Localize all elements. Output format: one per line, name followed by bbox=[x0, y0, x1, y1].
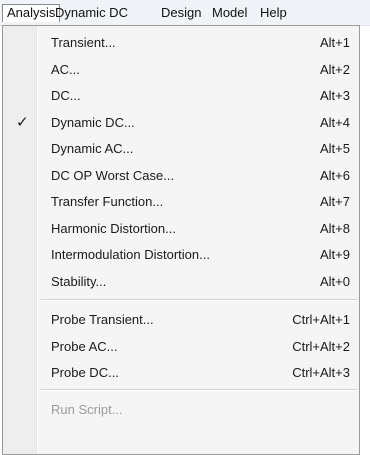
menu-item-shortcut: Alt+4 bbox=[320, 115, 350, 130]
menu-item-label: Dynamic DC... bbox=[51, 115, 135, 130]
menu-item-label: Stability... bbox=[51, 274, 107, 289]
menu-item-probe-ac[interactable]: Probe AC... Ctrl+Alt+2 bbox=[6, 334, 356, 360]
menu-item-shortcut: Alt+5 bbox=[320, 141, 350, 156]
menu-item-probe-transient[interactable]: Probe Transient... Ctrl+Alt+1 bbox=[6, 307, 356, 333]
menu-item-shortcut: Alt+6 bbox=[320, 168, 350, 183]
menu-item-shortcut: Ctrl+Alt+1 bbox=[292, 312, 350, 327]
menu-item-label: Harmonic Distortion... bbox=[51, 221, 176, 236]
menu-item-label: Dynamic AC... bbox=[51, 141, 134, 156]
menu-item-intermodulation-distortion[interactable]: Intermodulation Distortion... Alt+9 bbox=[6, 242, 356, 268]
menu-item-shortcut: Alt+9 bbox=[320, 247, 350, 262]
menu-item-shortcut: Alt+1 bbox=[320, 35, 350, 50]
menu-item-shortcut: Alt+8 bbox=[320, 221, 350, 236]
menu-item-transient[interactable]: Transient... Alt+1 bbox=[6, 30, 356, 56]
menu-item-label: AC... bbox=[51, 62, 80, 77]
menu-item-shortcut: Ctrl+Alt+2 bbox=[292, 339, 350, 354]
menu-item-label: DC OP Worst Case... bbox=[51, 168, 175, 183]
menu-dynamic-dc[interactable]: Dynamic DC bbox=[51, 4, 132, 22]
menu-design[interactable]: Design bbox=[157, 4, 205, 22]
analysis-dropdown-menu: Transient... Alt+1 AC... Alt+2 DC... Alt… bbox=[2, 25, 360, 455]
menu-item-label: Run Script... bbox=[51, 402, 123, 417]
menu-item-shortcut: Alt+3 bbox=[320, 88, 350, 103]
menu-item-label: Probe Transient... bbox=[51, 312, 154, 327]
menu-item-harmonic-distortion[interactable]: Harmonic Distortion... Alt+8 bbox=[6, 216, 356, 242]
menu-item-dc-op-worst-case[interactable]: DC OP Worst Case... Alt+6 bbox=[6, 163, 356, 189]
menu-item-dynamic-ac[interactable]: Dynamic AC... Alt+5 bbox=[6, 136, 356, 162]
menu-item-shortcut: Alt+2 bbox=[320, 62, 350, 77]
menu-item-stability[interactable]: Stability... Alt+0 bbox=[6, 269, 356, 295]
menu-item-shortcut: Alt+7 bbox=[320, 194, 350, 209]
menu-item-dc[interactable]: DC... Alt+3 bbox=[6, 83, 356, 109]
menu-item-ac[interactable]: AC... Alt+2 bbox=[6, 57, 356, 83]
menu-item-label: Intermodulation Distortion... bbox=[51, 247, 210, 262]
menu-separator bbox=[41, 299, 357, 301]
menu-item-label: DC... bbox=[51, 88, 81, 103]
menu-item-shortcut: Alt+0 bbox=[320, 274, 350, 289]
menu-item-dynamic-dc[interactable]: ✓ Dynamic DC... Alt+4 bbox=[6, 110, 356, 136]
menu-item-run-script: Run Script... bbox=[6, 397, 356, 423]
menu-help[interactable]: Help bbox=[256, 4, 291, 22]
check-icon: ✓ bbox=[16, 114, 29, 131]
menu-item-label: Probe DC... bbox=[51, 365, 119, 380]
menu-model[interactable]: Model bbox=[208, 4, 251, 22]
menu-separator bbox=[41, 389, 357, 391]
menu-item-probe-dc[interactable]: Probe DC... Ctrl+Alt+3 bbox=[6, 360, 356, 386]
menu-item-transfer-function[interactable]: Transfer Function... Alt+7 bbox=[6, 189, 356, 215]
menu-item-shortcut: Ctrl+Alt+3 bbox=[292, 365, 350, 380]
menu-item-label: Transfer Function... bbox=[51, 194, 164, 209]
menu-item-label: Transient... bbox=[51, 35, 116, 50]
menu-bar: Analysis Dynamic DC Design Model Help bbox=[0, 0, 370, 26]
menu-item-label: Probe AC... bbox=[51, 339, 118, 354]
